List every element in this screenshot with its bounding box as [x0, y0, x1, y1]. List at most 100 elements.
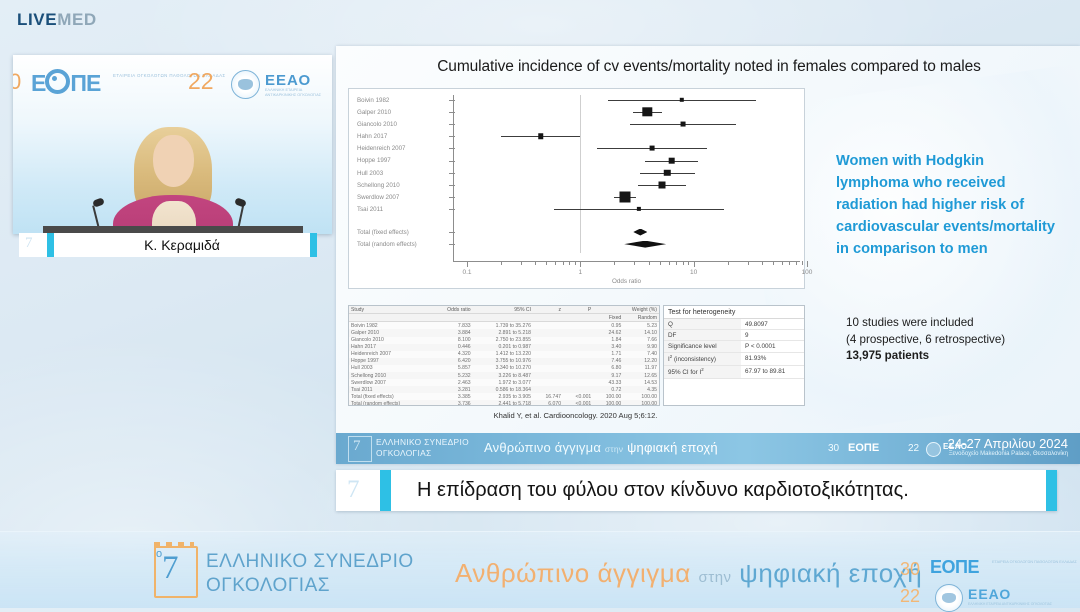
video-logo-eeao-subtitle: ΕΛΛΗΝΙΚΗ ΕΤΑΙΡΕΙΑ ΑΝΤΙΚΑΡΚΙΝΙΚΗΣ ΟΓΚΟΛΟΓ… [265, 88, 322, 97]
results-table-grid: Study Odds ratio 95% CI z P Weight (%) F… [349, 306, 659, 406]
lecture-title: Η επίδραση του φύλου στον κίνδυνο καρδιο… [391, 470, 1046, 511]
table-cell: 12.20 [644, 358, 657, 365]
study-note-line-3: 13,975 patients [846, 348, 1061, 365]
forest-plot-effect-marker [642, 107, 652, 117]
speaker-video-panel[interactable]: 0 Ε ΠΕ ΕΤΑΙΡΕΙΑ ΟΓΚΟΛΟΓΩΝ ΠΑΘΟΛΟΓΩΝ ΕΛΛΑΔ… [13, 55, 332, 234]
eeao-seal-icon [231, 70, 260, 99]
speaker-name-bar: 7 Κ. Κεραμιδά [19, 233, 317, 257]
heterogeneity-row: 95% CI for I2 67.97 to 89.81 [664, 365, 804, 380]
forest-plot-row-tick [449, 208, 455, 210]
forest-plot-x-minor-tick [688, 261, 690, 265]
forest-plot-x-minor-tick [521, 261, 523, 265]
col-blank-5 [563, 313, 594, 323]
table-cell: 7.833 [457, 322, 471, 329]
livemed-logo-med: MED [57, 10, 97, 29]
heterogeneity-box: Test for heterogeneity Q 49.8097 DF 9 Signif… [663, 305, 805, 406]
col-p: P [563, 306, 594, 315]
forest-plot-study-label: Hahn 2017 [357, 133, 388, 141]
table-cell [533, 329, 563, 336]
results-table-body: Boivin 1982 7.833 1.739 to 35.276 0.95 5.23 G… [349, 321, 659, 406]
speaker-accent-left [47, 233, 54, 257]
table-cell: 2.935 to 3.905 [498, 393, 532, 400]
table-cell: 3.340 to 10.270 [495, 365, 532, 372]
heterogeneity-key: I2 (inconsistency) [664, 352, 741, 366]
table-cell: Hull 2003 [351, 365, 373, 372]
table-cell: Total (random effects) [351, 400, 401, 406]
video-logo-30-partial: 0 [13, 69, 22, 94]
patient-count: 13,975 patients [846, 349, 930, 362]
table-cell: 7.66 [647, 337, 657, 344]
forest-plot-row-tick [449, 232, 455, 233]
table-cell: 0.586 to 18.364 [495, 386, 532, 393]
speaker-face [153, 135, 194, 187]
table-cell [563, 329, 593, 336]
eope-spiral-icon [45, 69, 71, 94]
table-cell: 1.739 to 35.276 [495, 322, 532, 329]
forest-plot-x-minor-tick [801, 261, 803, 265]
table-cell: 100.00 [641, 400, 657, 406]
forest-plot-x-tick-label: 0.1 [462, 269, 472, 276]
forest-plot-study-label: Heidenreich 2007 [357, 145, 406, 153]
slide-bottom-banner: 7 ΕΛΛΗΝΙΚΟ ΣΥΝΕΔΡΙΟ ΟΓΚΟΛΟΓΙΑΣ Ανθρώπινο… [336, 433, 1080, 464]
footer-eeao-logo: ΕΕΑΟ [968, 586, 1012, 602]
table-cell [533, 322, 563, 330]
forest-plot-x-minor-tick [772, 261, 774, 265]
table-cell [533, 379, 563, 386]
forest-plot-x-minor-tick [682, 261, 684, 265]
footer-theme-orange: Ανθρώπινο άγγιγμα [455, 558, 691, 588]
forest-plot-x-tick-label: 10 [690, 269, 698, 276]
table-cell: 4.320 [457, 351, 471, 358]
footer-eope-logo: ΕΟΠΕ [930, 557, 980, 577]
forest-plot-row-tick [449, 124, 455, 126]
study-note-line-2: (4 prospective, 6 retrospective) [846, 332, 1006, 346]
table-cell: 1.412 to 13.220 [495, 351, 532, 358]
forest-plot-summary-diamond [624, 240, 667, 248]
table-cell: 4.35 [647, 386, 657, 393]
table-cell: <0.001 [575, 393, 592, 400]
forest-plot-effect-marker [658, 181, 666, 189]
forest-plot-x-minor-tick [634, 261, 636, 265]
table-cell [533, 337, 563, 344]
slide-banner-badge: 7 [348, 436, 372, 462]
table-cell: 14.10 [644, 330, 657, 337]
forest-plot-study-label: Swerdlow 2007 [357, 193, 400, 201]
forest-plot-row-tick [449, 148, 455, 150]
forest-plot-study-label: Hoppe 1997 [357, 157, 391, 165]
table-cell: Tsai 2011 [351, 386, 373, 393]
lecture-accent-right [1046, 470, 1057, 511]
slide-key-message: Women with Hodgkin lymphoma who received… [836, 153, 1056, 257]
microphone-right-head [234, 197, 247, 208]
video-backdrop-logos: 0 Ε ΠΕ ΕΤΑΙΡΕΙΑ ΟΓΚΟΛΟΓΩΝ ΠΑΘΟΛΟΓΩΝ ΕΛΛΑΔ… [13, 61, 332, 103]
footer-congress-line-2: ΟΓΚΟΛΟΓΙΑΣ [206, 575, 331, 596]
table-row: Tsai 2011 3.281 0.586 to 18.364 0.72 4.35 [349, 386, 659, 394]
table-cell [563, 372, 593, 379]
table-cell: 2.750 to 23.855 [495, 337, 532, 344]
forest-plot-row-tick [449, 184, 455, 186]
table-cell: 16.747 [545, 393, 562, 400]
forest-plot-row-tick [449, 100, 455, 101]
heterogeneity-key: DF [664, 329, 741, 342]
table-row: Total (fixed effects) 3.385 2.935 to 3.905… [349, 393, 659, 401]
forest-plot-row-tick [449, 136, 455, 138]
heterogeneity-key: 95% CI for I2 [664, 365, 741, 380]
video-logo-22: 22 [188, 68, 214, 94]
footer-num-22: 22 [900, 586, 921, 606]
lecture-accent-left [380, 470, 391, 511]
forest-plot-x-minor-tick [575, 261, 577, 265]
presentation-slide[interactable]: Cumulative incidence of cv events/mortal… [336, 46, 1080, 464]
table-row: Boivin 1982 7.833 1.739 to 35.276 0.95 5.23 [349, 321, 659, 330]
heterogeneity-row: Q 49.8097 [664, 319, 804, 331]
table-cell: Heidenreich 2007 [351, 351, 391, 358]
forest-plot-x-minor-tick [761, 261, 763, 265]
slide-banner-congress-line-1: ΕΛΛΗΝΙΚΟ ΣΥΝΕΔΡΙΟ [376, 437, 469, 447]
speaker-badge-number: 7 [25, 235, 33, 251]
forest-plot-row-tick [449, 160, 455, 162]
forest-plot-study-label: Total (random effects) [357, 241, 417, 249]
table-cell [563, 337, 593, 344]
slide-banner-venue: Ξενοδοχείο Makedonia Palace, Θεσσαλονίκη [948, 451, 1068, 457]
heterogeneity-value: P < 0.0001 [741, 340, 804, 353]
col-ci: 95% CI [472, 306, 534, 315]
forest-plot-axis-area: Odds ratio 0.1 1 10 100 [449, 89, 812, 288]
forest-plot-effect-marker [668, 157, 676, 164]
table-cell: 1.84 [611, 337, 622, 344]
